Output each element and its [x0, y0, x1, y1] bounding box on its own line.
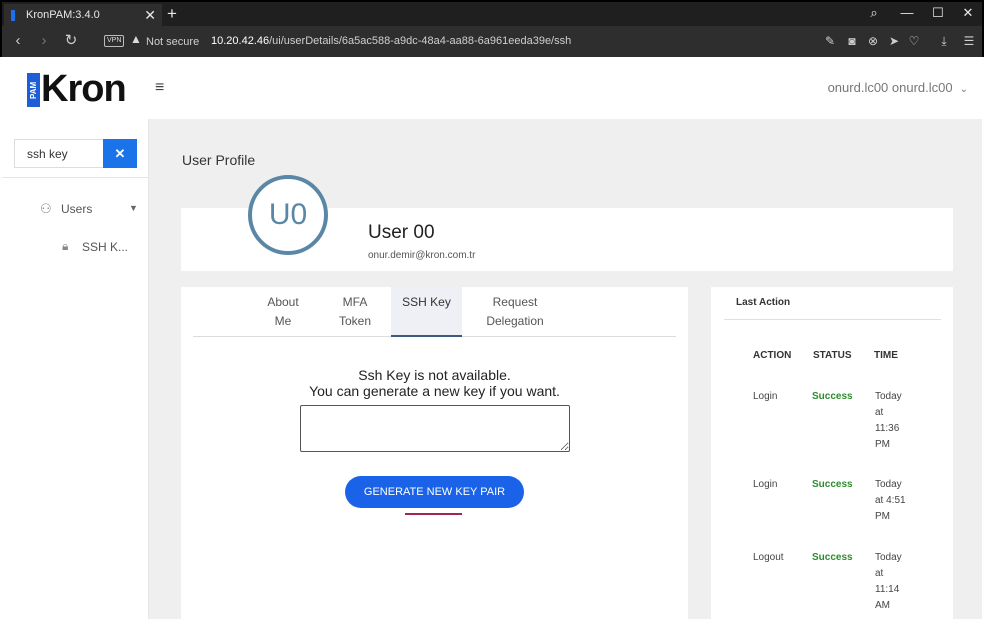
- logo-text: Kron: [41, 68, 127, 110]
- menu-icon[interactable]: ☰: [961, 33, 977, 49]
- browser-addressbar: ‹ › ↻ VPN ▲ Not secure 10.20.42.46/ui/us…: [0, 26, 984, 57]
- ssh-key-card: About Me MFA Token SSH Key Request Deleg…: [181, 287, 688, 619]
- time-line: at: [875, 407, 884, 418]
- vpn-badge[interactable]: VPN: [104, 35, 125, 47]
- ssh-key-textarea[interactable]: [300, 405, 570, 452]
- sidebar-item-label: Users: [61, 202, 93, 216]
- hamburger-menu-icon[interactable]: ≡: [155, 79, 164, 97]
- sidebar-item-users[interactable]: ⚇ Users ▼: [40, 200, 140, 220]
- last-action-divider: [724, 319, 941, 320]
- security-status[interactable]: Not secure: [146, 36, 199, 48]
- sidebar-item-ssh-key[interactable]: 🔒︎ SSH K...: [62, 238, 142, 258]
- row-status: Success: [812, 391, 853, 402]
- last-action-card: Last Action ACTION STATUS TIME Login Suc…: [711, 287, 953, 619]
- time-line: Today: [875, 479, 902, 490]
- close-icon[interactable]: ✕: [958, 3, 978, 23]
- row-status: Success: [812, 552, 853, 563]
- tab-close-button[interactable]: ✕: [144, 4, 156, 26]
- tab-request-delegation[interactable]: Request Delegation: [479, 287, 551, 337]
- column-header-status: STATUS: [813, 350, 852, 361]
- tab-label: About: [267, 295, 299, 309]
- new-tab-button[interactable]: +: [167, 3, 177, 25]
- time-line: Today: [875, 552, 902, 563]
- tab-label: Me: [274, 314, 292, 328]
- camera-icon[interactable]: ◙: [844, 33, 860, 49]
- sidebar-search: ✕: [14, 139, 137, 168]
- browser-tabbar: KronPAM:3.4.0 ✕ + ⌕ — ☐ ✕: [0, 0, 984, 28]
- search-icon[interactable]: ⌕: [864, 3, 884, 23]
- user-email: onur.demir@kron.com.tr: [368, 250, 476, 261]
- time-line: 11:14: [875, 584, 900, 595]
- time-line: at: [875, 568, 884, 579]
- maximize-icon[interactable]: ☐: [928, 3, 948, 23]
- sidebar: ✕ ⚇ Users ▼ 🔒︎ SSH K...: [2, 119, 149, 619]
- tab-label: Token: [338, 314, 372, 328]
- time-line: at 4:51: [875, 495, 906, 506]
- row-action: Login: [753, 479, 778, 490]
- heart-icon[interactable]: ♡: [906, 33, 922, 49]
- user-menu-label: onurd.lc00 onurd.lc00: [827, 80, 953, 95]
- time-line: 11:36: [875, 423, 900, 434]
- reload-icon[interactable]: ↻: [61, 31, 81, 51]
- tab-about-me[interactable]: About Me: [258, 287, 308, 337]
- ssh-message-line1: Ssh Key is not available.: [358, 367, 511, 383]
- caret-down-icon: ▼: [129, 203, 138, 213]
- user-name: User 00: [368, 222, 435, 243]
- time-line: PM: [875, 439, 890, 450]
- column-header-action: ACTION: [753, 350, 792, 361]
- clear-search-button[interactable]: ✕: [103, 139, 137, 168]
- logo-badge: PAM: [27, 73, 40, 107]
- row-time: Today at 4:51 PM: [875, 477, 915, 525]
- minimize-icon[interactable]: —: [897, 3, 917, 23]
- url-field[interactable]: 10.20.42.46/ui/userDetails/6a5ac588-a9dc…: [211, 35, 571, 47]
- generate-key-pair-button[interactable]: GENERATE NEW KEY PAIR: [345, 476, 524, 508]
- time-line: AM: [875, 600, 890, 611]
- user-menu[interactable]: onurd.lc00 onurd.lc00 ⌄: [828, 80, 968, 95]
- tab-label: Request: [492, 295, 538, 309]
- back-icon[interactable]: ‹: [8, 31, 28, 51]
- sidebar-divider: [2, 177, 149, 178]
- chevron-down-icon: ⌄: [959, 84, 968, 95]
- row-action: Logout: [753, 552, 784, 563]
- app-area: PAM Kron ≡ onurd.lc00 onurd.lc00 ⌄ ✕ ⚇ Us…: [2, 57, 982, 619]
- block-icon[interactable]: ⊗: [865, 33, 881, 49]
- download-icon[interactable]: ⤓: [936, 33, 952, 49]
- tab-label: Delegation: [486, 314, 544, 328]
- accent-underline: [405, 513, 462, 515]
- user-icon: ⚇: [40, 201, 52, 216]
- browser-tab[interactable]: KronPAM:3.4.0 ✕: [4, 4, 162, 28]
- tab-label: MFA: [342, 295, 368, 309]
- tab-mfa-token[interactable]: MFA Token: [330, 287, 380, 337]
- sidebar-item-label: SSH K...: [82, 240, 129, 254]
- warning-icon: ▲: [130, 32, 142, 46]
- url-host: 10.20.42.46: [211, 35, 270, 47]
- avatar: U0: [248, 175, 328, 255]
- time-line: Today: [875, 391, 902, 402]
- row-status: Success: [812, 479, 853, 490]
- row-time: Today at 11:14 AM: [875, 550, 915, 614]
- tab-ssh-key[interactable]: SSH Key: [391, 287, 462, 337]
- ssh-key-message: Ssh Key is not available. You can genera…: [181, 367, 688, 399]
- favicon-icon: [11, 10, 15, 21]
- column-header-time: TIME: [874, 350, 898, 361]
- page-title: User Profile: [182, 152, 256, 168]
- lock-icon: 🔒︎: [62, 239, 69, 253]
- send-icon[interactable]: ➤: [886, 33, 902, 49]
- forward-icon[interactable]: ›: [34, 31, 54, 51]
- last-action-title: Last Action: [736, 297, 791, 308]
- edit-icon[interactable]: ✎: [822, 33, 838, 49]
- profile-tabs: About Me MFA Token SSH Key Request Deleg…: [193, 287, 676, 337]
- search-input[interactable]: [14, 139, 104, 168]
- url-path: /ui/userDetails/6a5ac588-a9dc-48a4-aa88-…: [269, 35, 572, 47]
- ssh-message-line2: You can generate a new key if you want.: [309, 383, 560, 399]
- row-action: Login: [753, 391, 778, 402]
- row-time: Today at 11:36 PM: [875, 389, 915, 453]
- time-line: PM: [875, 511, 890, 522]
- tab-title: KronPAM:3.4.0: [26, 9, 100, 21]
- app-header: PAM Kron ≡ onurd.lc00 onurd.lc00 ⌄: [2, 57, 982, 119]
- tab-label: SSH Key: [402, 295, 451, 309]
